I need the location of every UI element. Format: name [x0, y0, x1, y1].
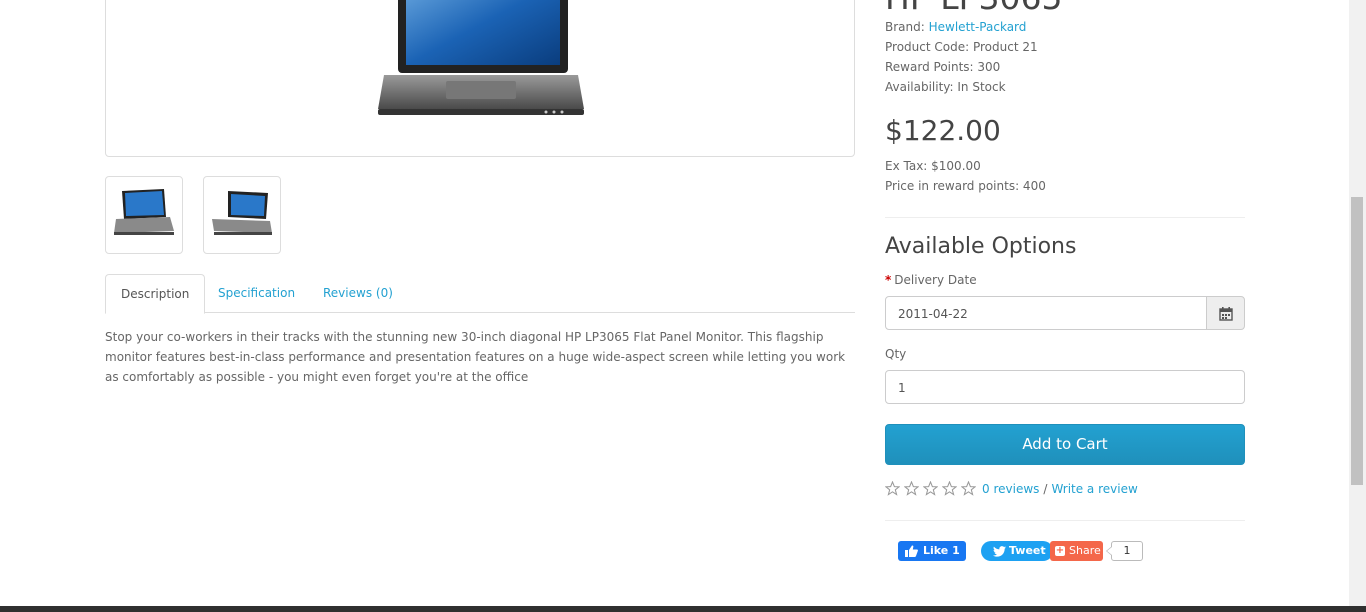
share-plus-icon: + — [1055, 545, 1065, 556]
star-icon — [923, 481, 938, 496]
divider — [885, 217, 1245, 218]
share-button[interactable]: + Share — [1050, 541, 1103, 561]
laptop-thumb-image — [114, 189, 174, 235]
facebook-like-button[interactable]: Like 1 — [898, 541, 966, 561]
star-icon — [885, 481, 900, 496]
product-price: $122.00 — [885, 114, 1001, 147]
main-product-image[interactable] — [105, 0, 855, 157]
add-to-cart-button[interactable]: Add to Cart — [885, 424, 1245, 465]
price-in-points: Price in reward points: 400 — [885, 179, 1046, 193]
facebook-like-label: Like 1 — [923, 544, 960, 557]
calendar-icon — [1219, 307, 1233, 321]
share-label: Share — [1069, 544, 1101, 557]
product-code: Product Code: Product 21 — [885, 40, 1038, 54]
tweet-button[interactable]: Tweet — [981, 541, 1053, 561]
delivery-date-label-text: Delivery Date — [894, 273, 977, 287]
product-title: HP LP3065 — [885, 0, 1062, 17]
reward-points: Reward Points: 300 — [885, 60, 1001, 74]
product-description: Stop your co-workers in their tracks wit… — [105, 330, 846, 384]
calendar-button[interactable] — [1206, 296, 1245, 330]
tweet-label: Tweet — [1009, 544, 1046, 557]
options-title: Available Options — [885, 234, 1077, 259]
share-count-pointer-inner — [1107, 547, 1112, 555]
thumbnail-1[interactable] — [105, 176, 183, 254]
availability: Availability: In Stock — [885, 80, 1006, 94]
tab-description[interactable]: Description — [105, 274, 206, 314]
reviews-link[interactable]: 0 reviews — [982, 482, 1039, 496]
product-tabs: Description Specification Reviews (0) — [105, 274, 855, 314]
brand-link[interactable]: Hewlett-Packard — [929, 20, 1027, 34]
divider — [885, 520, 1245, 521]
ex-tax: Ex Tax: $100.00 — [885, 159, 981, 173]
qty-label: Qty — [885, 347, 907, 361]
scrollbar-thumb[interactable] — [1351, 197, 1363, 485]
star-icon — [961, 481, 976, 496]
laptop-image — [378, 0, 584, 115]
brand-label: Brand: — [885, 20, 925, 34]
rating-row: 0 reviews / Write a review — [885, 481, 1138, 496]
required-mark: * — [885, 273, 892, 287]
write-review-link[interactable]: Write a review — [1051, 482, 1137, 496]
page-scrollbar[interactable] — [1349, 0, 1366, 606]
delivery-date-input[interactable]: 2011-04-22 — [885, 296, 1207, 330]
tab-reviews[interactable]: Reviews (0) — [308, 274, 408, 312]
facebook-like-icon — [905, 545, 918, 557]
brand-row: Brand: Hewlett-Packard — [885, 17, 1038, 37]
qty-input[interactable]: 1 — [885, 370, 1245, 404]
product-info: Brand: Hewlett-Packard Product Code: Pro… — [885, 17, 1038, 97]
laptop-thumb-image — [212, 191, 272, 235]
star-icon — [942, 481, 957, 496]
delivery-date-label: * Delivery Date — [885, 273, 977, 287]
tab-specification[interactable]: Specification — [203, 274, 310, 312]
star-icon — [904, 481, 919, 496]
twitter-bird-icon — [993, 546, 1006, 557]
thumbnail-2[interactable] — [203, 176, 281, 254]
share-count: 1 — [1111, 541, 1143, 561]
footer-edge — [0, 606, 1366, 612]
price-details: Ex Tax: $100.00 Price in reward points: … — [885, 156, 1046, 196]
rating-separator: / — [1043, 481, 1048, 496]
